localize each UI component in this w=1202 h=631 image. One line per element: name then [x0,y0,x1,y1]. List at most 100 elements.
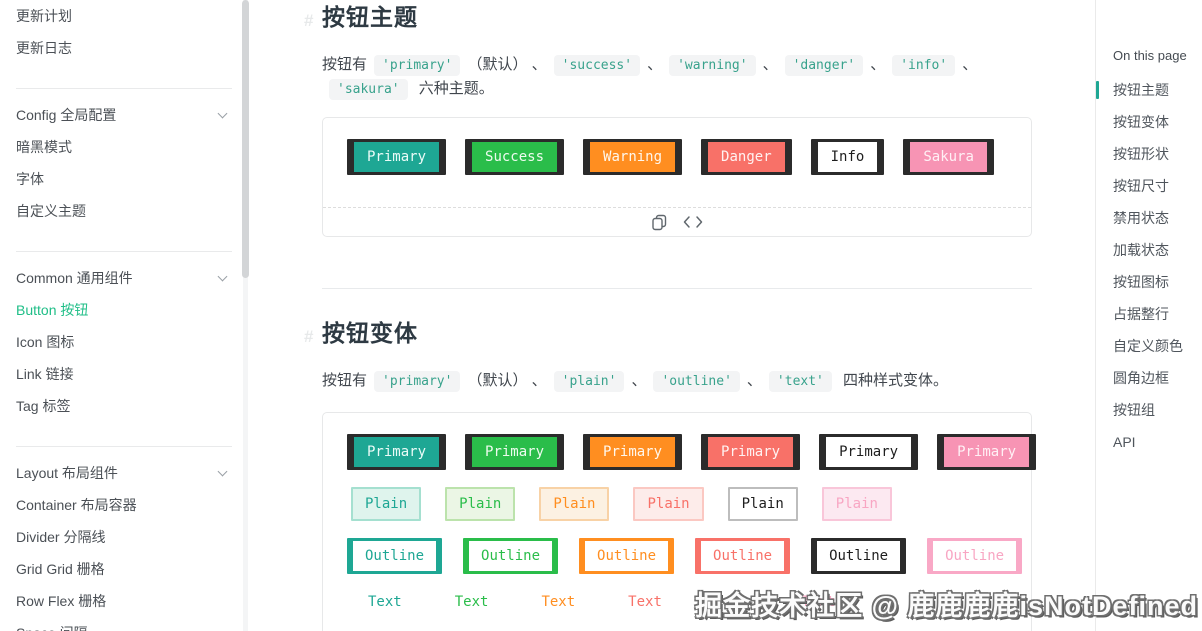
demo-button-primary-solid[interactable]: Primary [351,434,442,470]
sidebar-item[interactable]: 字体 [16,163,232,195]
sidebar-item[interactable]: 更新日志 [16,32,232,64]
sidebar-item[interactable]: Space 间隔 [16,617,232,631]
section-title-theme: # 按钮主题 [322,2,1032,32]
demo-button-primary-outline[interactable]: Outline [350,538,439,574]
intro-text: 四种样式变体。 [839,369,948,393]
anchor-icon[interactable]: # [304,6,314,36]
sidebar-item[interactable]: 更新计划 [16,0,232,32]
demo-button-success-text[interactable]: Text [455,591,489,613]
sidebar-item[interactable]: Tag 标签 [16,390,232,422]
intro-theme: 按钮有'primary'（默认） 、'success'、'warning'、'd… [322,53,1032,101]
demo-card-theme: Primary Success Warning Danger Info Sakura [322,117,1032,237]
demo-area-theme: Primary Success Warning Danger Info Sakura [323,118,1031,207]
toc-item[interactable]: 禁用状态 [1113,202,1202,234]
variant-row-solid: PrimaryPrimaryPrimaryPrimaryPrimaryPrima… [347,434,1007,470]
intro-text: 、 [647,53,662,77]
sidebar-item[interactable]: 暗黑模式 [16,131,232,163]
sidebar-group-label: Layout 布局组件 [16,463,118,483]
sidebar-item[interactable]: Link 链接 [16,358,232,390]
sidebar-item[interactable]: Row Flex 栅格 [16,585,232,617]
demo-button-info-outline[interactable]: Outline [814,538,903,574]
demo-button-warning-plain[interactable]: Plain [539,487,609,521]
code-chip: 'success' [554,55,640,76]
chevron-down-icon [218,271,228,281]
demo-button-info-solid[interactable]: Info [815,139,881,175]
sidebar-item[interactable]: Divider 分隔线 [16,521,232,553]
sidebar-group-header[interactable]: Layout 布局组件 [16,457,232,489]
demo-button-warning-solid[interactable]: Primary [587,434,678,470]
demo-button-danger-solid[interactable]: Primary [705,434,796,470]
demo-button-primary-solid[interactable]: Primary [351,139,442,175]
demo-button-sakura-solid[interactable]: Primary [941,434,1032,470]
sidebar-group-header[interactable]: Common 通用组件 [16,262,232,294]
toc-item[interactable]: 按钮主题 [1113,74,1202,106]
demo-button-warning-solid[interactable]: Warning [587,139,678,175]
section-title-text: 按钮变体 [322,320,418,346]
sidebar-group-label: Common 通用组件 [16,268,133,288]
demo-button-sakura-outline[interactable]: Outline [930,538,1019,574]
demo-button-danger-text[interactable]: Text [628,591,662,613]
sidebar-item[interactable]: Grid Grid 栅格 [16,553,232,585]
demo-button-danger-outline[interactable]: Outline [698,538,787,574]
sidebar-item[interactable]: Icon 图标 [16,326,232,358]
demo-button-warning-outline[interactable]: Outline [582,538,671,574]
sidebar-divider [16,88,232,89]
toc-item[interactable]: 按钮形状 [1113,138,1202,170]
toc-active-indicator [1096,81,1099,99]
chevron-down-icon [218,108,228,118]
sidebar-item[interactable]: Container 布局容器 [16,489,232,521]
demo-button-success-solid[interactable]: Primary [469,434,560,470]
intro-text: 、 [962,53,977,77]
code-chip: 'outline' [653,371,739,392]
toc-item[interactable]: 占据整行 [1113,298,1202,330]
toc-item[interactable]: 加载状态 [1113,234,1202,266]
sidebar: 更新计划更新日志 Config 全局配置暗黑模式字体自定义主题 Common 通用组… [0,0,250,631]
sidebar-nav: 更新计划更新日志 Config 全局配置暗黑模式字体自定义主题 Common 通用组… [0,0,250,631]
code-chip: 'info' [892,55,955,76]
code-chip: 'primary' [374,371,460,392]
demo-button-danger-solid[interactable]: Danger [705,139,788,175]
demo-button-primary-text[interactable]: Text [368,591,402,613]
toc-item[interactable]: 自定义颜色 [1113,330,1202,362]
intro-text: 按钮有 [322,53,367,77]
demo-button-primary-plain[interactable]: Plain [351,487,421,521]
toc-item[interactable]: 按钮组 [1113,394,1202,426]
intro-text: （默认） 、 [467,369,546,393]
chevron-down-icon [218,466,228,476]
code-chip: 'warning' [669,55,755,76]
demo-button-info-plain[interactable]: Plain [728,487,798,521]
demo-button-warning-text[interactable]: Text [541,591,575,613]
toc-item[interactable]: 圆角边框 [1113,362,1202,394]
demo-button-sakura-plain[interactable]: Plain [822,487,892,521]
toc-item[interactable]: 按钮图标 [1113,266,1202,298]
intro-text: 、 [870,53,885,77]
code-chip: 'sakura' [329,79,408,100]
demo-button-info-solid[interactable]: Primary [823,434,914,470]
anchor-icon[interactable]: # [304,322,314,352]
demo-button-success-solid[interactable]: Success [469,139,560,175]
demo-button-success-outline[interactable]: Outline [466,538,555,574]
code-icon[interactable] [683,215,703,229]
toc-sidebar: On this page 按钮主题按钮变体按钮形状按钮尺寸禁用状态加载状态按钮图… [1095,0,1202,631]
intro-text: 六种主题。 [415,77,494,101]
variant-row-outline: OutlineOutlineOutlineOutlineOutlineOutli… [347,538,1007,574]
intro-text: 、 [763,53,778,77]
app-window: 更新计划更新日志 Config 全局配置暗黑模式字体自定义主题 Common 通用组… [0,0,1202,631]
intro-text: 、 [631,369,646,393]
copy-icon[interactable] [651,214,667,231]
main-content: # 按钮主题 按钮有 'primary' （默认） 、 'success' 、 'warn… [250,0,1095,631]
toc-item[interactable]: 按钮尺寸 [1113,170,1202,202]
demo-button-danger-plain[interactable]: Plain [633,487,703,521]
toc-item[interactable]: API [1113,426,1202,458]
demo-button-success-plain[interactable]: Plain [445,487,515,521]
sidebar-item[interactable]: 自定义主题 [16,195,232,227]
sidebar-item[interactable]: Button 按钮 [16,294,232,326]
demo-button-sakura-solid[interactable]: Sakura [907,139,990,175]
demo-footer [323,207,1031,236]
code-chip: 'text' [769,371,832,392]
toc-item[interactable]: 按钮变体 [1113,106,1202,138]
sidebar-divider [16,251,232,252]
sidebar-scrollbar-thumb[interactable] [242,0,249,278]
sidebar-group-header[interactable]: Config 全局配置 [16,99,232,131]
intro-variant: 按钮有'primary'（默认） 、'plain'、'outline'、'tex… [322,369,1032,393]
